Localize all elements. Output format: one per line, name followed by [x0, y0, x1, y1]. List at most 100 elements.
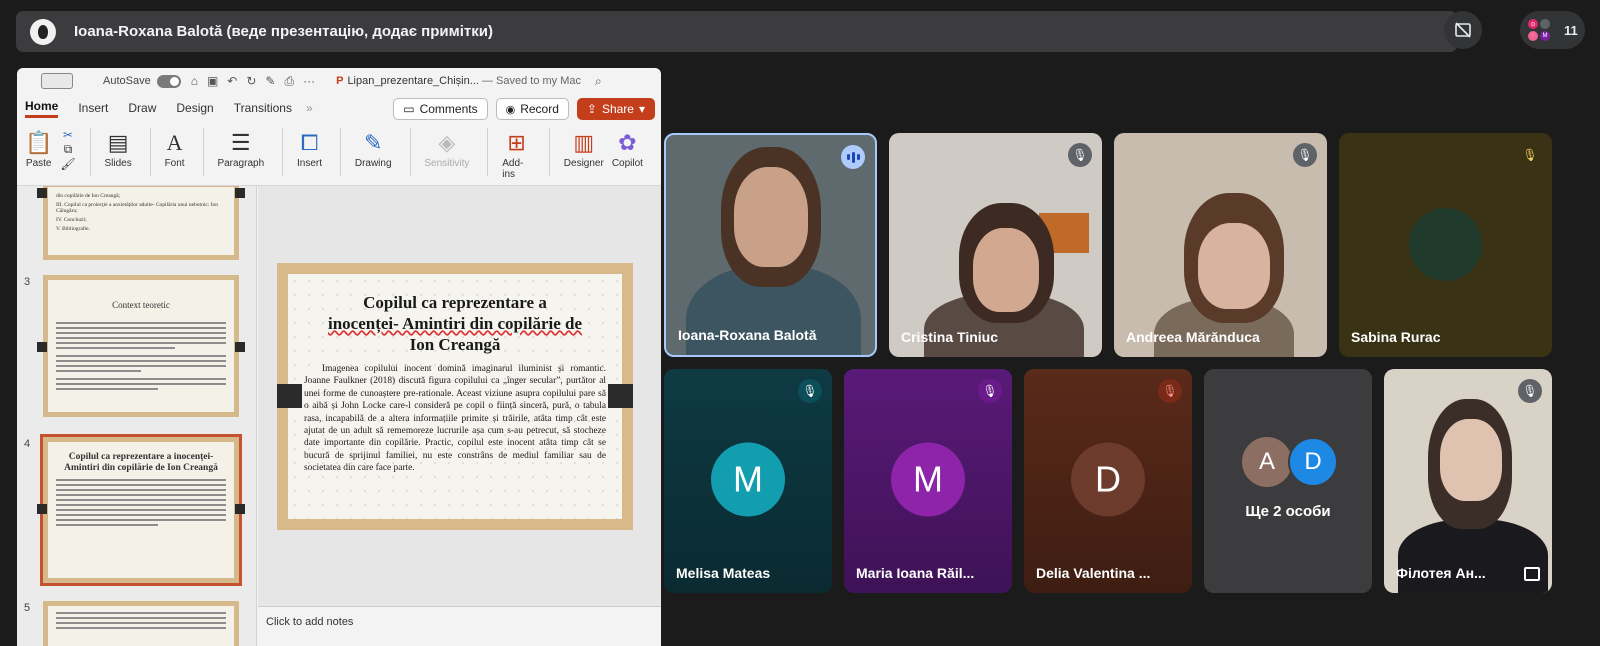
- sidebar-toggle-icon[interactable]: [41, 73, 73, 89]
- slide-editor[interactable]: Copilul ca reprezentare a inocenței- Ami…: [258, 186, 661, 606]
- layout-off-button[interactable]: [1444, 11, 1482, 49]
- share-icon: ⇪: [586, 102, 597, 116]
- mic-off-icon: 🎙: [978, 379, 1002, 403]
- thumb-clip: [235, 188, 245, 198]
- participant-name: Sabina Rurac: [1351, 329, 1441, 345]
- designer-group[interactable]: ▥ Designer: [564, 128, 604, 169]
- tab-insert[interactable]: Insert: [78, 101, 108, 115]
- ribbon-divider: [202, 128, 204, 176]
- more-icon[interactable]: ···: [303, 74, 315, 88]
- slide-clip: [608, 384, 633, 408]
- format-painter-icon: 🖌: [60, 157, 76, 171]
- sensitivity-group[interactable]: ◈ Sensitivity: [424, 128, 469, 169]
- video-tile-filoteia[interactable]: 🎙 Філотея Ан...: [1384, 369, 1552, 593]
- clipboard-tools[interactable]: ✂ ⧉ 🖌: [60, 128, 75, 171]
- chevron-down-icon: ▾: [638, 102, 645, 116]
- comments-button[interactable]: ▭ Comments: [393, 98, 488, 120]
- font-icon: A: [166, 130, 183, 155]
- edit-icon[interactable]: ✎: [265, 74, 275, 88]
- ribbon-divider: [487, 128, 489, 176]
- copy-icon: ⧉: [63, 142, 73, 156]
- current-slide[interactable]: Copilul ca reprezentare a inocenței- Ami…: [277, 263, 633, 530]
- print-icon[interactable]: ⎙: [284, 74, 294, 89]
- participants-button[interactable]: ⊙ ◌ M 11: [1520, 11, 1585, 49]
- font-group[interactable]: A Font: [165, 128, 185, 169]
- ribbon-tabs: Home Insert Draw Design Transitions » ▭ C…: [17, 94, 661, 122]
- slide-body-text[interactable]: Imagenea copilului inocent domină imagin…: [304, 363, 606, 475]
- search-icon[interactable]: ⌕: [595, 74, 602, 89]
- slide-thumbnail-5[interactable]: [43, 601, 239, 646]
- picture-in-picture-icon[interactable]: [1524, 567, 1540, 581]
- undo-icon[interactable]: ↶: [227, 74, 237, 88]
- avatar: D: [1288, 437, 1338, 487]
- copilot-icon: ✿: [618, 130, 637, 155]
- slide-title[interactable]: Copilul ca reprezentare a inocenței- Ami…: [304, 292, 606, 355]
- notes-placeholder: Click to add notes: [266, 616, 354, 628]
- mic-off-icon: 🎙: [1293, 143, 1317, 167]
- ribbon-divider: [548, 128, 550, 176]
- slide-number: 5: [24, 602, 31, 614]
- participant-name: Ioana-Roxana Balotă: [678, 327, 817, 343]
- ribbon-divider: [282, 128, 283, 176]
- drawing-icon: ✎: [363, 130, 383, 155]
- slides-icon: ▤: [107, 130, 129, 155]
- video-tile-melisa[interactable]: M 🎙 Melisa Mateas: [664, 369, 832, 593]
- more-participants-label: Ще 2 особи: [1245, 503, 1331, 520]
- tab-home[interactable]: Home: [25, 99, 59, 118]
- slide-thumbnails-pane[interactable]: din copilărie de Ion Creangă; III. Copil…: [17, 186, 257, 646]
- document-name: P Lipan_prezentare_Chișin... — Saved to m…: [336, 75, 582, 87]
- participants-avatars: ⊙ ◌ M: [1528, 19, 1550, 41]
- thumb-clip: [235, 342, 245, 352]
- avatar: [1409, 208, 1482, 281]
- presenter-bar[interactable]: Ioana-Roxana Balotă (веде презентацію, д…: [16, 11, 1457, 52]
- record-button[interactable]: ◉ Record: [495, 98, 569, 120]
- video-tile-ioana[interactable]: Ioana-Roxana Balotă: [664, 133, 877, 357]
- addins-group[interactable]: ⊞ Add-ins: [502, 128, 531, 180]
- video-tile-delia[interactable]: D 🎙 Delia Valentina ...: [1024, 369, 1192, 593]
- textbox-icon: ⧠: [300, 130, 319, 155]
- slides-group[interactable]: ▤ Slides: [104, 128, 131, 169]
- more-participants-tile[interactable]: A D Ще 2 особи: [1204, 369, 1372, 593]
- slide-thumbnail-2[interactable]: din copilărie de Ion Creangă; III. Copil…: [43, 186, 239, 260]
- paste-group[interactable]: 📋 Paste: [25, 128, 52, 169]
- slide-number: 3: [24, 276, 31, 288]
- slide-thumbnail-3[interactable]: Context teoretic: [43, 275, 239, 417]
- video-tile-sabina[interactable]: 🎙 Sabina Rurac: [1339, 133, 1552, 357]
- quick-access-toolbar: AutoSave ⌂ ▣ ↶ ↻ ✎ ⎙ ··· P Lipan_prezenta…: [17, 68, 661, 94]
- autosave-toggle[interactable]: [156, 74, 181, 88]
- copilot-group[interactable]: ✿ Copilot: [612, 128, 643, 169]
- drawing-group[interactable]: ✎ Drawing: [355, 128, 392, 169]
- addins-icon: ⊞: [507, 130, 526, 155]
- record-icon: ◉: [505, 103, 516, 116]
- mic-off-icon: 🎙: [1068, 143, 1092, 167]
- avatar: A: [1242, 437, 1292, 487]
- video-tile-cristina[interactable]: 🎙 Cristina Tiniuc: [889, 133, 1102, 357]
- shared-powerpoint-window[interactable]: AutoSave ⌂ ▣ ↶ ↻ ✎ ⎙ ··· P Lipan_prezenta…: [17, 68, 661, 646]
- save-icon[interactable]: ▣: [207, 74, 218, 88]
- insert-group[interactable]: ⧠ Insert: [297, 128, 322, 169]
- home-icon[interactable]: ⌂: [191, 74, 198, 88]
- mic-off-icon: 🎙: [1158, 379, 1182, 403]
- ribbon: 📋 Paste ✂ ⧉ 🖌 ▤ Slides A Font ☰ Paragraph ⧠ Ins…: [17, 122, 661, 186]
- notes-area[interactable]: Click to add notes: [258, 606, 661, 646]
- tab-draw[interactable]: Draw: [128, 101, 156, 115]
- tab-design[interactable]: Design: [176, 101, 213, 115]
- participant-name: Delia Valentina ...: [1036, 565, 1151, 581]
- presenter-bar-title: Ioana-Roxana Balotă (веде презентацію, д…: [74, 23, 493, 40]
- meet-window: Ioana-Roxana Balotă (веде презентацію, д…: [0, 0, 1600, 646]
- paragraph-group[interactable]: ☰ Paragraph: [217, 128, 264, 169]
- video-tile-andreea[interactable]: 🎙 Andreea Mărănduca: [1114, 133, 1327, 357]
- ribbon-divider: [149, 128, 151, 176]
- redo-icon[interactable]: ↻: [246, 74, 256, 88]
- participant-name: Cristina Tiniuc: [901, 329, 998, 345]
- participant-name: Maria Ioana Răil...: [856, 565, 975, 581]
- tab-transitions[interactable]: Transitions: [234, 101, 292, 115]
- share-button[interactable]: ⇪ Share ▾: [576, 98, 655, 120]
- participant-name: Andreea Mărănduca: [1126, 329, 1260, 345]
- presenter-avatar: [30, 18, 56, 45]
- video-tile-maria[interactable]: M 🎙 Maria Ioana Răil...: [844, 369, 1012, 593]
- more-tabs-icon[interactable]: »: [306, 101, 313, 115]
- mic-off-icon: 🎙: [798, 379, 822, 403]
- thumb-text: IV. Concluzii;: [56, 217, 87, 223]
- slide-thumbnail-4-selected[interactable]: Copilul ca reprezentare a inocenței- Ami…: [40, 434, 242, 586]
